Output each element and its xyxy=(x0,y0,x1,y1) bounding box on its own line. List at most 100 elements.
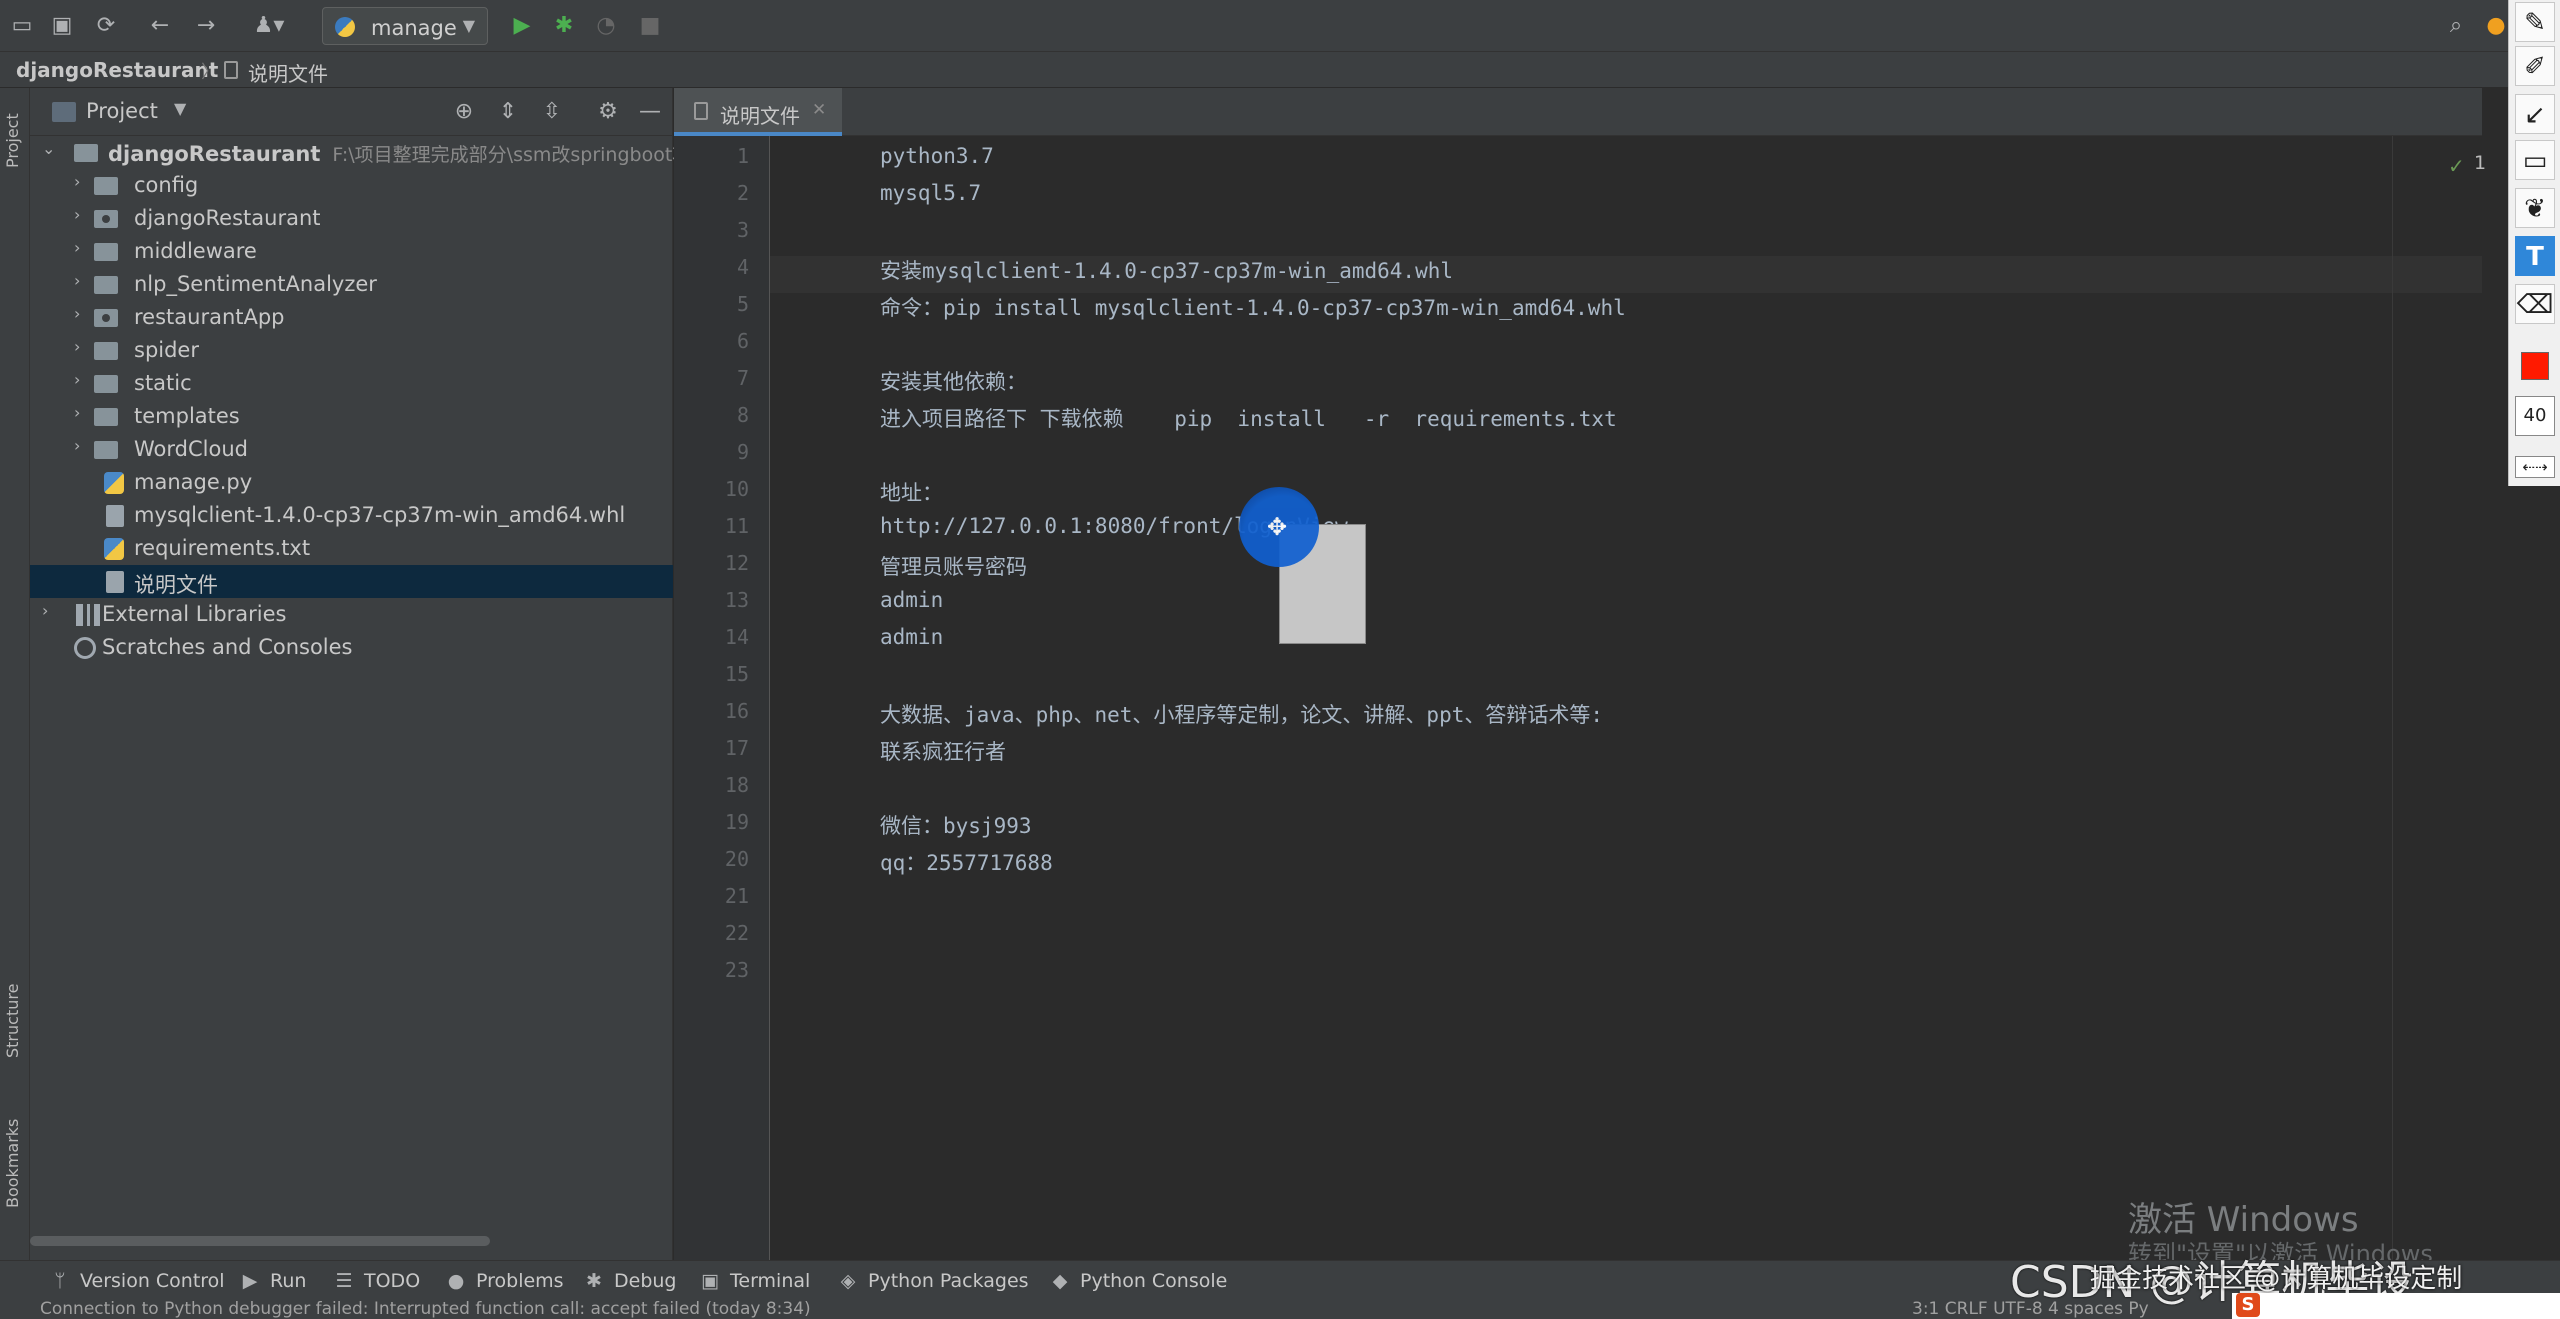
user-icon[interactable]: ♟▾ xyxy=(246,10,292,42)
code-line[interactable]: 安装mysqlclient-1.4.0-cp37-cp37m-win_amd64… xyxy=(880,255,1453,285)
chevron-right-icon[interactable]: › xyxy=(74,238,80,257)
tool-run[interactable]: ▶ Run xyxy=(240,1270,307,1292)
folder-icon xyxy=(94,276,118,294)
hide-icon[interactable]: — xyxy=(634,96,666,128)
tree-item-nlp[interactable]: › nlp_SentimentAnalyzer xyxy=(30,268,673,301)
code-line[interactable]: 进入项目路径下 下载依赖 pip install -r requirements… xyxy=(880,403,1617,433)
tree-item-djangorestaurant[interactable]: › djangoRestaurant xyxy=(30,202,673,235)
tree-item-requirements[interactable]: requirements.txt xyxy=(30,532,673,565)
tree-item-manage-py[interactable]: manage.py xyxy=(30,466,673,499)
tool-version-control[interactable]: ᛘ Version Control xyxy=(50,1270,224,1292)
collapse-all-icon[interactable]: ⇳ xyxy=(536,96,568,128)
project-view-select[interactable]: Project xyxy=(86,99,158,123)
code-line[interactable]: 大数据、java、php、net、小程序等定制，论文、讲解、ppt、答辩话术等: xyxy=(880,699,1603,729)
color-swatch[interactable] xyxy=(2521,352,2549,380)
close-icon[interactable]: ✕ xyxy=(812,100,826,120)
locate-icon[interactable]: ⊕ xyxy=(448,96,480,128)
code-line[interactable]: 管理员账号密码 xyxy=(880,551,1027,581)
tool-problems[interactable]: ● Problems xyxy=(446,1270,564,1292)
chevron-right-icon[interactable]: › xyxy=(74,304,80,323)
run-config-select[interactable]: manage ▼ xyxy=(322,7,488,45)
chevron-right-icon[interactable]: › xyxy=(42,601,48,620)
tree-item-templates[interactable]: › templates xyxy=(30,400,673,433)
expand-all-icon[interactable]: ⇕ xyxy=(492,96,524,128)
line-number: 5 xyxy=(736,292,749,316)
code-line[interactable]: mysql5.7 xyxy=(880,181,981,205)
code-line[interactable]: admin xyxy=(880,588,943,612)
tree-item-wordcloud[interactable]: › WordCloud xyxy=(30,433,673,466)
tree-item-label: External Libraries xyxy=(102,602,287,626)
chevron-right-icon[interactable]: › xyxy=(74,172,80,191)
code-line[interactable]: 联系疯狂行者 xyxy=(880,736,1006,766)
search-icon[interactable]: ⌕ xyxy=(2440,10,2472,42)
chevron-right-icon[interactable]: › xyxy=(74,403,80,422)
code-line[interactable]: 命令：pip install mysqlclient-1.4.0-cp37-cp… xyxy=(880,292,1626,322)
structure-tool-tab[interactable]: Structure xyxy=(3,984,22,1058)
code-line[interactable]: 地址： xyxy=(880,477,943,507)
chevron-right-icon[interactable]: › xyxy=(74,436,80,455)
tree-item-spider[interactable]: › spider xyxy=(30,334,673,367)
tool-todo[interactable]: ☰ TODO xyxy=(334,1270,420,1292)
tree-item-config[interactable]: › config xyxy=(30,169,673,202)
text-tool-icon[interactable]: T xyxy=(2515,236,2555,276)
code-line[interactable]: qq：2557717688 xyxy=(880,847,1053,877)
chevron-right-icon[interactable]: › xyxy=(74,337,80,356)
tree-item-scratches[interactable]: Scratches and Consoles xyxy=(30,631,673,664)
tree-item-restaurantapp[interactable]: › restaurantApp xyxy=(30,301,673,334)
pen-size-input[interactable]: 40 xyxy=(2515,396,2555,436)
tree-item-readme[interactable]: 说明文件 xyxy=(30,565,673,598)
inspection-check-icon[interactable]: ✓ xyxy=(2448,154,2465,178)
sync-icon[interactable]: ⟳ xyxy=(90,10,122,42)
left-tool-strip: Project Structure Bookmarks xyxy=(0,88,30,1260)
tree-item-root[interactable]: ⌄ djangoRestaurant F:\项目整理完成部分\ssm改spring… xyxy=(30,136,691,169)
coverage-icon[interactable]: ◔ xyxy=(590,10,622,42)
project-folder-icon xyxy=(52,102,76,122)
stamp-icon[interactable]: ❦ xyxy=(2515,188,2555,228)
folder-icon xyxy=(74,144,98,162)
code-line[interactable]: 微信：bysj993 xyxy=(880,810,1032,840)
marker-icon[interactable]: ✐ xyxy=(2515,46,2555,86)
editor-tab[interactable]: 说明文件 ✕ xyxy=(674,88,842,136)
arrow-tool-icon[interactable]: ↙ xyxy=(2515,94,2555,134)
rectangle-icon[interactable]: ▭ xyxy=(2515,140,2555,180)
code-line[interactable]: admin xyxy=(880,625,943,649)
tool-python-console[interactable]: ◆ Python Console xyxy=(1050,1270,1228,1292)
tree-item-external-libraries[interactable]: › External Libraries xyxy=(30,598,673,631)
tool-debug[interactable]: ✱ Debug xyxy=(584,1270,676,1292)
project-tool-tab[interactable]: Project xyxy=(3,113,22,168)
open-folder-icon[interactable]: ▭ xyxy=(6,10,38,42)
save-icon[interactable]: ▣ xyxy=(46,10,78,42)
code-line[interactable]: python3.7 xyxy=(880,144,994,168)
code-area[interactable]: python3.7 mysql5.7 安装mysqlclient-1.4.0-cp3… xyxy=(770,136,2482,1260)
bookmarks-tool-tab[interactable]: Bookmarks xyxy=(3,1119,22,1208)
horizontal-scrollbar[interactable] xyxy=(30,1236,490,1246)
code-line[interactable]: 安装其他依赖： xyxy=(880,366,1027,396)
tree-item-label: WordCloud xyxy=(134,437,248,461)
pencil-icon[interactable]: ✎ xyxy=(2515,2,2555,42)
debug-icon[interactable]: ✱ xyxy=(548,10,580,42)
package-icon: ◈ xyxy=(840,1270,856,1292)
forward-icon[interactable]: → xyxy=(190,10,222,42)
text-file-icon xyxy=(106,571,124,593)
tree-item-whl[interactable]: mysqlclient-1.4.0-cp37-cp37m-win_amd64.w… xyxy=(30,499,673,532)
tool-terminal[interactable]: ▣ Terminal xyxy=(700,1270,810,1292)
tool-python-packages[interactable]: ◈ Python Packages xyxy=(838,1270,1029,1292)
tree-item-static[interactable]: › static xyxy=(30,367,673,400)
toolbar-move-icon[interactable]: ⇠⇢ xyxy=(2515,456,2555,478)
run-icon[interactable]: ▶ xyxy=(506,10,538,42)
chevron-right-icon[interactable]: › xyxy=(74,370,80,389)
chevron-down-icon[interactable]: ▼ xyxy=(174,99,186,118)
breadcrumb-project[interactable]: djangoRestaurant xyxy=(16,58,218,82)
back-icon[interactable]: ← xyxy=(144,10,176,42)
status-message[interactable]: Connection to Python debugger failed: In… xyxy=(40,1301,811,1319)
juejin-watermark: 掘金技术社区 @计算机毕设定制 xyxy=(2090,1264,2463,1294)
chevron-right-icon[interactable]: › xyxy=(74,205,80,224)
breadcrumb-file[interactable]: 说明文件 xyxy=(248,58,328,87)
chevron-down-icon[interactable]: ⌄ xyxy=(42,139,55,158)
stop-icon[interactable]: ■ xyxy=(634,10,666,42)
chevron-right-icon[interactable]: › xyxy=(74,271,80,290)
sogou-ime-icon[interactable]: S xyxy=(2236,1293,2260,1317)
eraser-icon[interactable]: ⌫ xyxy=(2515,284,2555,324)
gear-icon[interactable]: ⚙ xyxy=(592,96,624,128)
tree-item-middleware[interactable]: › middleware xyxy=(30,235,673,268)
